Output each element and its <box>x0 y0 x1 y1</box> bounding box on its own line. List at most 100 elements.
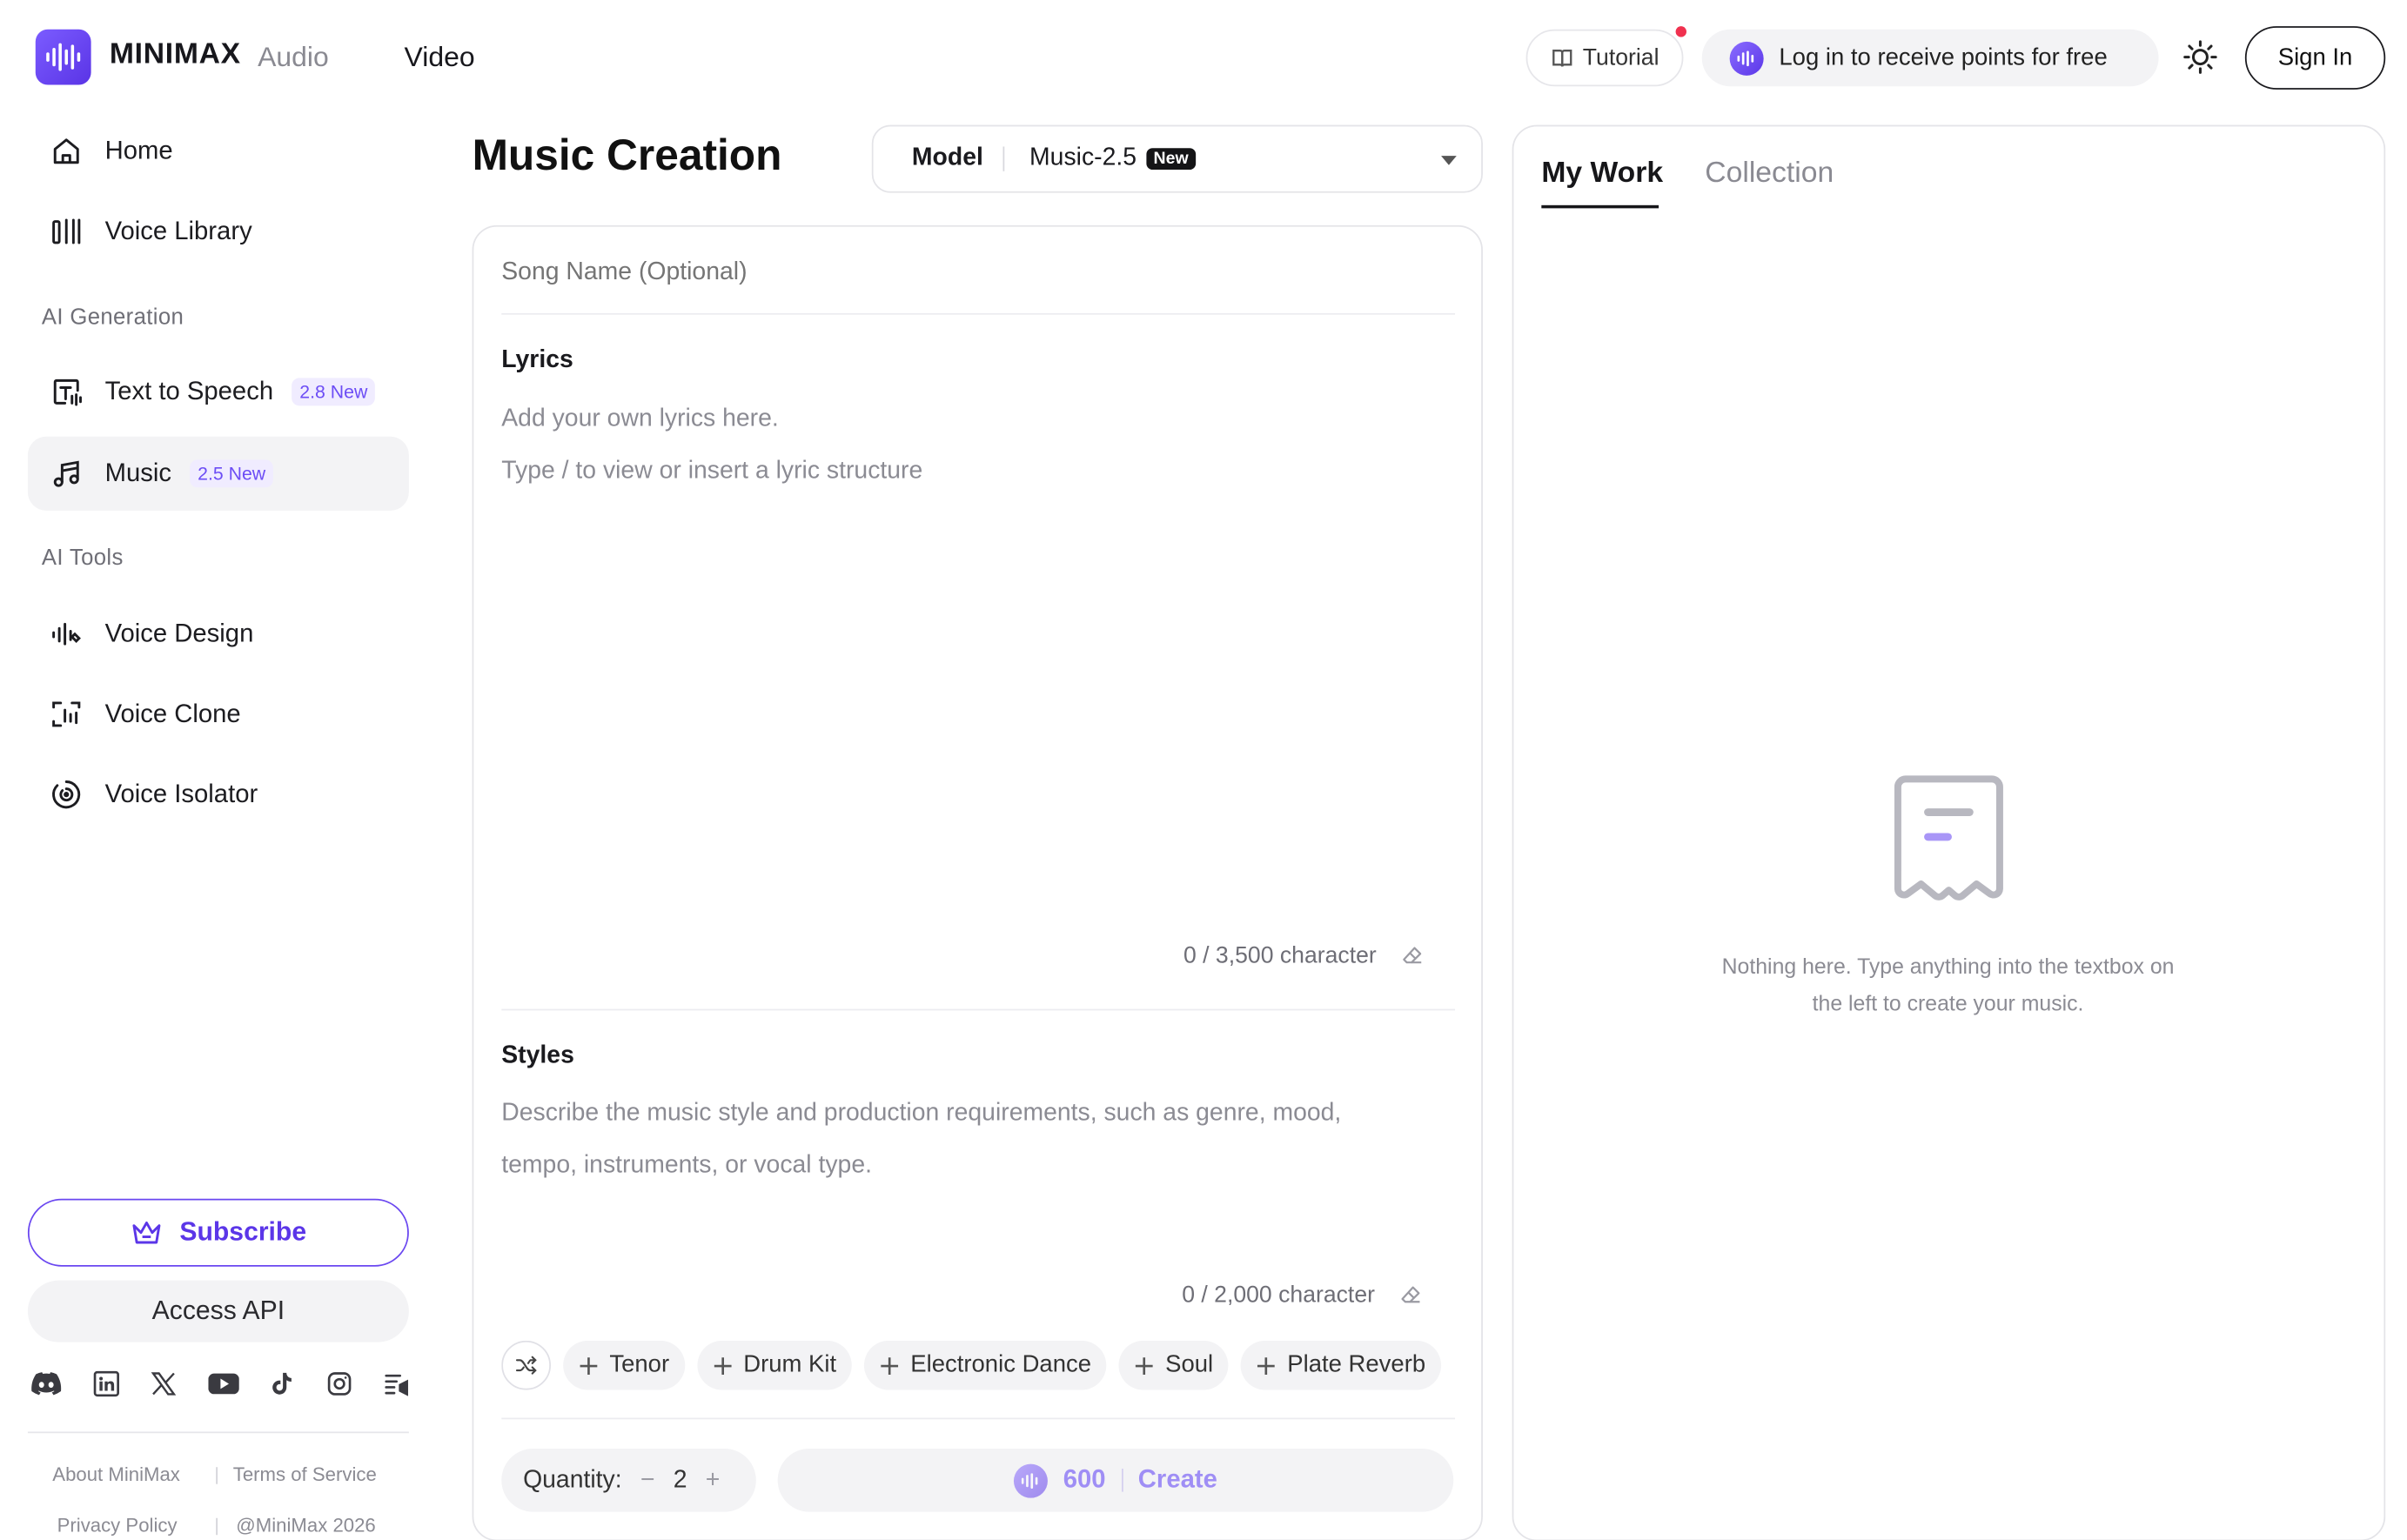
style-tag[interactable]: Soul <box>1118 1340 1229 1390</box>
notification-dot <box>1675 26 1686 37</box>
privacy-link[interactable]: Privacy Policy <box>57 1515 178 1537</box>
version-badge: 2.8 New <box>292 378 376 406</box>
crown-icon <box>133 1221 162 1244</box>
styles-placeholder-1: Describe the music style and production … <box>501 1100 1342 1127</box>
quantity-minus-button[interactable]: − <box>640 1466 655 1494</box>
home-icon <box>53 138 79 164</box>
voice-clone-icon <box>52 701 81 727</box>
empty-state-text: Nothing here. Type anything into the tex… <box>1682 947 2215 1021</box>
version-badge: 2.5 New <box>190 459 274 488</box>
style-tag-label: Tenor <box>609 1351 670 1378</box>
x-icon[interactable] <box>150 1370 178 1398</box>
styles-textarea[interactable]: Describe the music style and production … <box>501 1088 1455 1257</box>
linkedin-icon[interactable] <box>91 1370 119 1398</box>
tab-my-work[interactable]: My Work <box>1541 157 1663 191</box>
copyright: @MiniMax 2026 <box>236 1515 376 1537</box>
lyrics-counter: 0 / 3,500 character <box>1183 942 1425 969</box>
tiktok-icon[interactable] <box>269 1370 295 1398</box>
style-tag-label: Drum Kit <box>743 1351 837 1378</box>
footer-separator <box>216 1517 218 1536</box>
model-label: Model <box>911 144 983 171</box>
quantity-plus-button[interactable]: + <box>706 1466 721 1494</box>
empty-line-1: Nothing here. Type anything into the tex… <box>1721 953 2175 979</box>
voice-isolator-icon <box>52 780 81 809</box>
subscribe-button[interactable]: Subscribe <box>27 1198 409 1267</box>
library-icon <box>52 218 81 244</box>
sidebar-item-music[interactable]: Music 2.5 New <box>27 436 409 511</box>
model-selector[interactable]: Model Music-2.5 New <box>871 124 1483 193</box>
divider <box>501 312 1456 315</box>
chevron-down-icon <box>1441 156 1457 165</box>
styles-counter: 0 / 2,000 character <box>1182 1282 1423 1309</box>
plus-icon <box>580 1356 598 1375</box>
style-tag[interactable]: Plate Reverb <box>1241 1340 1441 1390</box>
styles-heading: Styles <box>501 1042 574 1069</box>
sign-in-button[interactable]: Sign In <box>2244 26 2386 90</box>
divider <box>501 1008 1456 1011</box>
tutorial-label: Tutorial <box>1582 44 1659 71</box>
sidebar-item-voice-isolator[interactable]: Voice Isolator <box>28 758 409 832</box>
lyrics-count: 0 / 3,500 character <box>1183 942 1377 969</box>
shuffle-icon <box>515 1356 537 1375</box>
changelog-icon[interactable] <box>383 1370 411 1398</box>
youtube-icon[interactable] <box>207 1371 238 1396</box>
quantity-value: 2 <box>673 1466 687 1493</box>
points-coin-icon <box>1014 1463 1049 1497</box>
plus-icon <box>714 1356 732 1375</box>
sidebar-item-voice-clone[interactable]: Voice Clone <box>28 677 409 751</box>
sidebar-item-label: Music <box>104 459 171 487</box>
tab-audio[interactable]: Audio <box>258 42 329 74</box>
book-icon <box>1552 50 1572 67</box>
plus-icon <box>881 1356 899 1375</box>
shuffle-button[interactable] <box>501 1340 551 1390</box>
plus-icon <box>1136 1356 1154 1375</box>
terms-link[interactable]: Terms of Service <box>233 1464 377 1486</box>
sidebar-item-voice-design[interactable]: Voice Design <box>28 597 409 671</box>
divider <box>501 1417 1456 1420</box>
sidebar-item-text-to-speech[interactable]: Text to Speech 2.8 New <box>28 355 409 429</box>
section-ai-generation: AI Generation <box>41 305 184 331</box>
song-name-input[interactable] <box>501 258 1456 287</box>
eraser-icon[interactable] <box>1401 944 1425 968</box>
sidebar-item-label: Text to Speech <box>104 377 274 405</box>
sidebar-item-voice-library[interactable]: Voice Library <box>28 194 409 268</box>
access-api-button[interactable]: Access API <box>27 1280 409 1342</box>
create-label: Create <box>1137 1465 1217 1494</box>
empty-document-icon <box>1894 774 2005 901</box>
tab-video[interactable]: Video <box>405 42 475 74</box>
social-links <box>30 1370 410 1398</box>
lyrics-placeholder-2: Type / to view or insert a lyric structu… <box>501 458 923 485</box>
style-tag-label: Soul <box>1165 1351 1214 1378</box>
plus-icon <box>1257 1356 1276 1375</box>
app-root: MINIMAX Audio Video Tutorial Log in to r… <box>0 0 2407 1540</box>
brand-name[interactable]: MINIMAX <box>110 38 241 72</box>
about-link[interactable]: About MiniMax <box>52 1464 180 1486</box>
sidebar-item-home[interactable]: Home <box>28 114 409 188</box>
tutorial-button[interactable]: Tutorial <box>1525 29 1684 87</box>
style-tag-label: Plate Reverb <box>1287 1351 1426 1378</box>
create-button[interactable]: 600 Create <box>777 1448 1454 1512</box>
minimax-logo-icon[interactable] <box>35 29 91 85</box>
footer-separator <box>216 1467 218 1484</box>
quantity-label: Quantity: <box>523 1466 622 1493</box>
points-label: Log in to receive points for free <box>1779 44 2108 70</box>
lyrics-heading: Lyrics <box>501 346 573 374</box>
new-tag: New <box>1145 148 1197 171</box>
style-tag[interactable]: Electronic Dance <box>864 1340 1107 1390</box>
subscribe-label: Subscribe <box>179 1216 307 1247</box>
theme-toggle-sun-icon[interactable] <box>2182 38 2219 76</box>
eraser-icon[interactable] <box>1399 1283 1423 1307</box>
style-tag[interactable]: Tenor <box>563 1340 685 1390</box>
tab-collection[interactable]: Collection <box>1705 157 1834 191</box>
style-tag[interactable]: Drum Kit <box>697 1340 852 1390</box>
login-points-button[interactable]: Log in to receive points for free <box>1701 29 2159 87</box>
sidebar-item-label: Voice Isolator <box>104 780 258 808</box>
lyrics-textarea[interactable]: Add your own lyrics here. Type / to view… <box>501 393 1455 918</box>
lyrics-placeholder-1: Add your own lyrics here. <box>501 405 779 432</box>
instagram-icon[interactable] <box>325 1370 352 1398</box>
sidebar-item-label: Voice Clone <box>104 700 241 728</box>
discord-icon[interactable] <box>30 1371 62 1396</box>
styles-count: 0 / 2,000 character <box>1182 1282 1375 1309</box>
active-tab-indicator <box>1541 204 1659 209</box>
quantity-stepper: Quantity: − 2 + <box>501 1448 756 1512</box>
